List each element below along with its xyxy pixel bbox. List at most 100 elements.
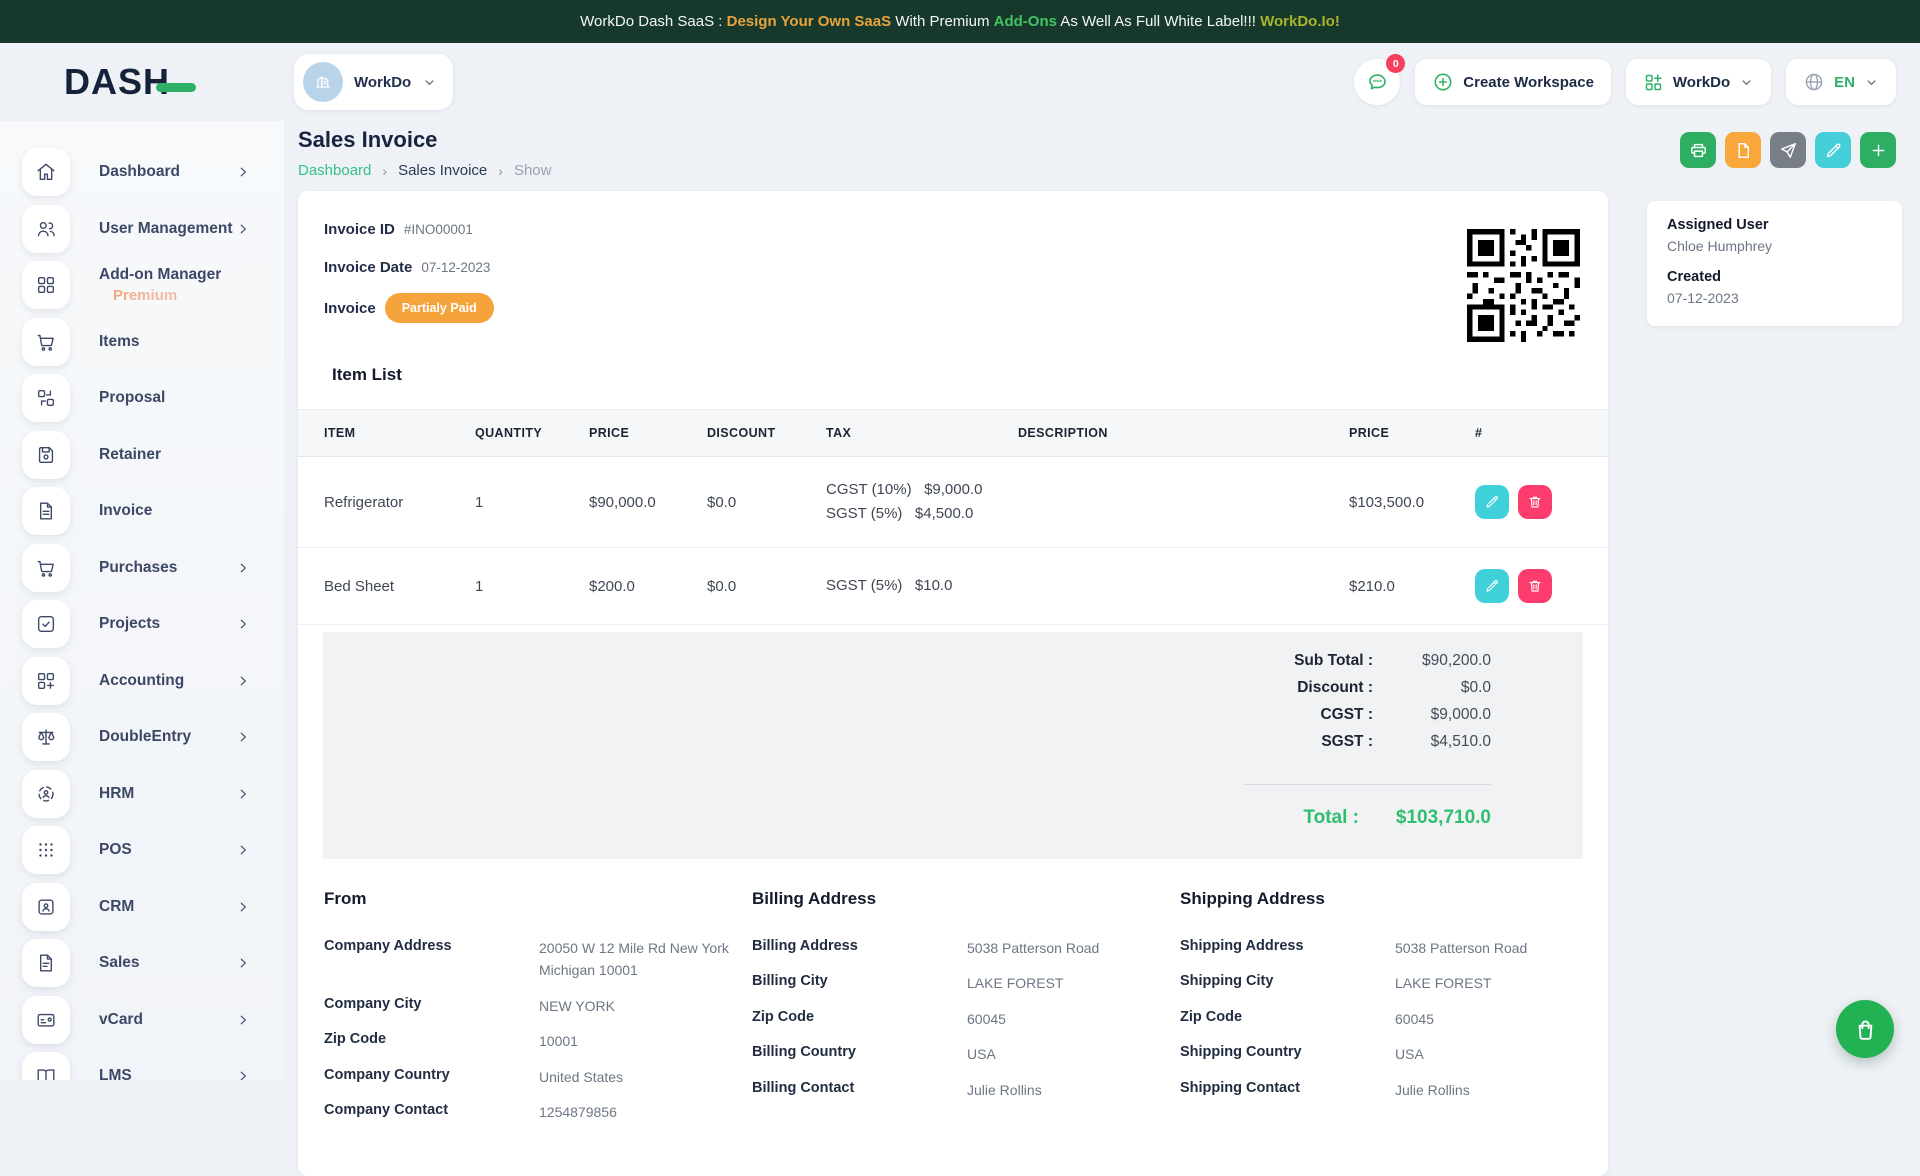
addr-label: Company Address xyxy=(324,937,539,954)
sidebar-item-label: HRM xyxy=(99,785,134,803)
sidebar-item-pos[interactable]: POS xyxy=(22,826,284,874)
cell-quantity: 1 xyxy=(465,457,579,548)
created-value: 07-12-2023 xyxy=(1667,290,1882,306)
addr-label: Shipping Country xyxy=(1180,1043,1395,1060)
addr-label: Company Country xyxy=(324,1066,539,1083)
edit-invoice-button[interactable] xyxy=(1815,132,1851,168)
grid-icon xyxy=(22,261,70,309)
paper-plane-icon xyxy=(1779,141,1798,160)
sidebar-item-dashboard[interactable]: Dashboard xyxy=(22,148,284,196)
sidebar-item-text: Add-on Manager Premium xyxy=(99,264,221,307)
addr-value: 20050 W 12 Mile Rd New York Michigan 100… xyxy=(539,937,749,982)
breadcrumb-separator: › xyxy=(382,163,387,179)
assigned-user-value: Chloe Humphrey xyxy=(1667,238,1882,254)
check-square-icon xyxy=(22,600,70,648)
cart-icon xyxy=(22,318,70,366)
messages-button[interactable]: 0 xyxy=(1354,59,1400,105)
invoice-id-value: #INO00001 xyxy=(404,222,473,237)
tax-line: SGST (5%) $4,500.0 xyxy=(826,502,998,526)
chat-icon xyxy=(1366,71,1389,94)
sidebar-item-doubleentry[interactable]: DoubleEntry xyxy=(22,713,284,761)
hrm-icon xyxy=(22,770,70,818)
addr-label: Shipping City xyxy=(1180,972,1395,989)
tax-line: CGST (10%) $9,000.0 xyxy=(826,478,998,502)
sidebar-item-invoice[interactable]: Invoice xyxy=(22,487,284,535)
building-icon xyxy=(312,71,334,93)
sidebar-item-projects[interactable]: Projects xyxy=(22,600,284,648)
billing-title: Billing Address xyxy=(752,889,1180,909)
sidebar-item-addon-manager[interactable]: Add-on Manager Premium xyxy=(22,261,284,309)
cell-tax: SGST (5%) $10.0 xyxy=(816,548,1008,625)
breadcrumb-dashboard[interactable]: Dashboard xyxy=(298,162,371,179)
send-button[interactable] xyxy=(1770,132,1806,168)
delete-row-button[interactable] xyxy=(1518,485,1552,519)
sidebar-item-hrm[interactable]: HRM xyxy=(22,770,284,818)
chevron-right-icon xyxy=(236,222,250,236)
sidebar-item-accounting[interactable]: Accounting xyxy=(22,657,284,705)
cgst-label: CGST : xyxy=(1320,706,1373,724)
sidebar-item-lms[interactable]: LMS xyxy=(22,1052,284,1080)
col-actions: # xyxy=(1465,410,1608,457)
cgst-value: $9,000.0 xyxy=(1373,706,1491,724)
shop-fab-button[interactable] xyxy=(1836,1000,1894,1058)
dash-logo[interactable]: DASH xyxy=(64,61,294,103)
sidebar-item-label: CRM xyxy=(99,898,134,916)
sidebar-item-label: Dashboard xyxy=(99,163,180,181)
sidebar-item-proposal[interactable]: Proposal xyxy=(22,374,284,422)
banner-text: WorkDo Dash SaaS : xyxy=(580,13,726,30)
app-menu-button[interactable]: WorkDo xyxy=(1626,59,1771,105)
col-price: PRICE xyxy=(579,410,697,457)
edit-row-button[interactable] xyxy=(1475,569,1509,603)
promo-banner: WorkDo Dash SaaS : Design Your Own SaaS … xyxy=(0,0,1920,43)
language-selector[interactable]: EN xyxy=(1786,59,1896,105)
sidebar-item-label: POS xyxy=(99,841,132,859)
banner-link[interactable]: WorkDo.Io! xyxy=(1260,13,1340,30)
cell-price: $90,000.0 xyxy=(579,457,697,548)
sidebar-item-sales[interactable]: Sales xyxy=(22,939,284,987)
addr-value: USA xyxy=(1395,1043,1582,1065)
cell-description xyxy=(1008,457,1339,548)
table-row: Bed Sheet 1 $200.0 $0.0 SGST (5%) $10.0 … xyxy=(298,548,1608,625)
save-icon xyxy=(22,431,70,479)
addr-value: Julie Rollins xyxy=(1395,1079,1582,1101)
breadcrumb-sales-invoice[interactable]: Sales Invoice xyxy=(398,162,487,179)
create-workspace-label: Create Workspace xyxy=(1463,74,1594,91)
print-button[interactable] xyxy=(1680,132,1716,168)
billing-section: Billing Address Billing Address5038 Patt… xyxy=(752,889,1180,1136)
sidebar-item-purchases[interactable]: Purchases xyxy=(22,544,284,592)
chevron-down-icon xyxy=(422,75,437,90)
delete-row-button[interactable] xyxy=(1518,569,1552,603)
logo-text: DASH xyxy=(64,61,170,103)
printer-icon xyxy=(1689,141,1708,160)
cell-actions xyxy=(1465,457,1608,548)
cell-tax: CGST (10%) $9,000.0SGST (5%) $4,500.0 xyxy=(816,457,1008,548)
sidebar-item-user-management[interactable]: User Management xyxy=(22,205,284,253)
tax-line: SGST (5%) $10.0 xyxy=(826,574,998,598)
sidebar-item-items[interactable]: Items xyxy=(22,318,284,366)
sidebar-item-vcard[interactable]: vCard xyxy=(22,996,284,1044)
item-list-title: Item List xyxy=(332,365,1608,385)
crm-icon xyxy=(22,883,70,931)
created-label: Created xyxy=(1667,269,1882,285)
workspace-switcher[interactable]: WorkDo xyxy=(294,54,453,110)
sidebar-item-label: Items xyxy=(99,333,140,351)
banner-text: With Premium xyxy=(891,13,994,30)
addr-label: Zip Code xyxy=(752,1008,967,1025)
discount-label: Discount : xyxy=(1297,679,1373,697)
create-workspace-button[interactable]: Create Workspace xyxy=(1415,59,1611,105)
sidebar-item-label: Add-on Manager xyxy=(99,264,221,286)
address-sections: From Company Address20050 W 12 Mile Rd N… xyxy=(298,889,1608,1136)
table-row: Refrigerator 1 $90,000.0 $0.0 CGST (10%)… xyxy=(298,457,1608,548)
proposal-icon xyxy=(22,374,70,422)
addr-label: Shipping Contact xyxy=(1180,1079,1395,1096)
addr-label: Company Contact xyxy=(324,1101,539,1118)
download-pdf-button[interactable] xyxy=(1725,132,1761,168)
col-quantity: QUANTITY xyxy=(465,410,579,457)
col-item: ITEM xyxy=(298,410,465,457)
chevron-right-icon xyxy=(236,730,250,744)
sidebar-item-retainer[interactable]: Retainer xyxy=(22,431,284,479)
chevron-right-icon xyxy=(236,617,250,631)
sidebar-item-crm[interactable]: CRM xyxy=(22,883,284,931)
add-payment-button[interactable] xyxy=(1860,132,1896,168)
edit-row-button[interactable] xyxy=(1475,485,1509,519)
